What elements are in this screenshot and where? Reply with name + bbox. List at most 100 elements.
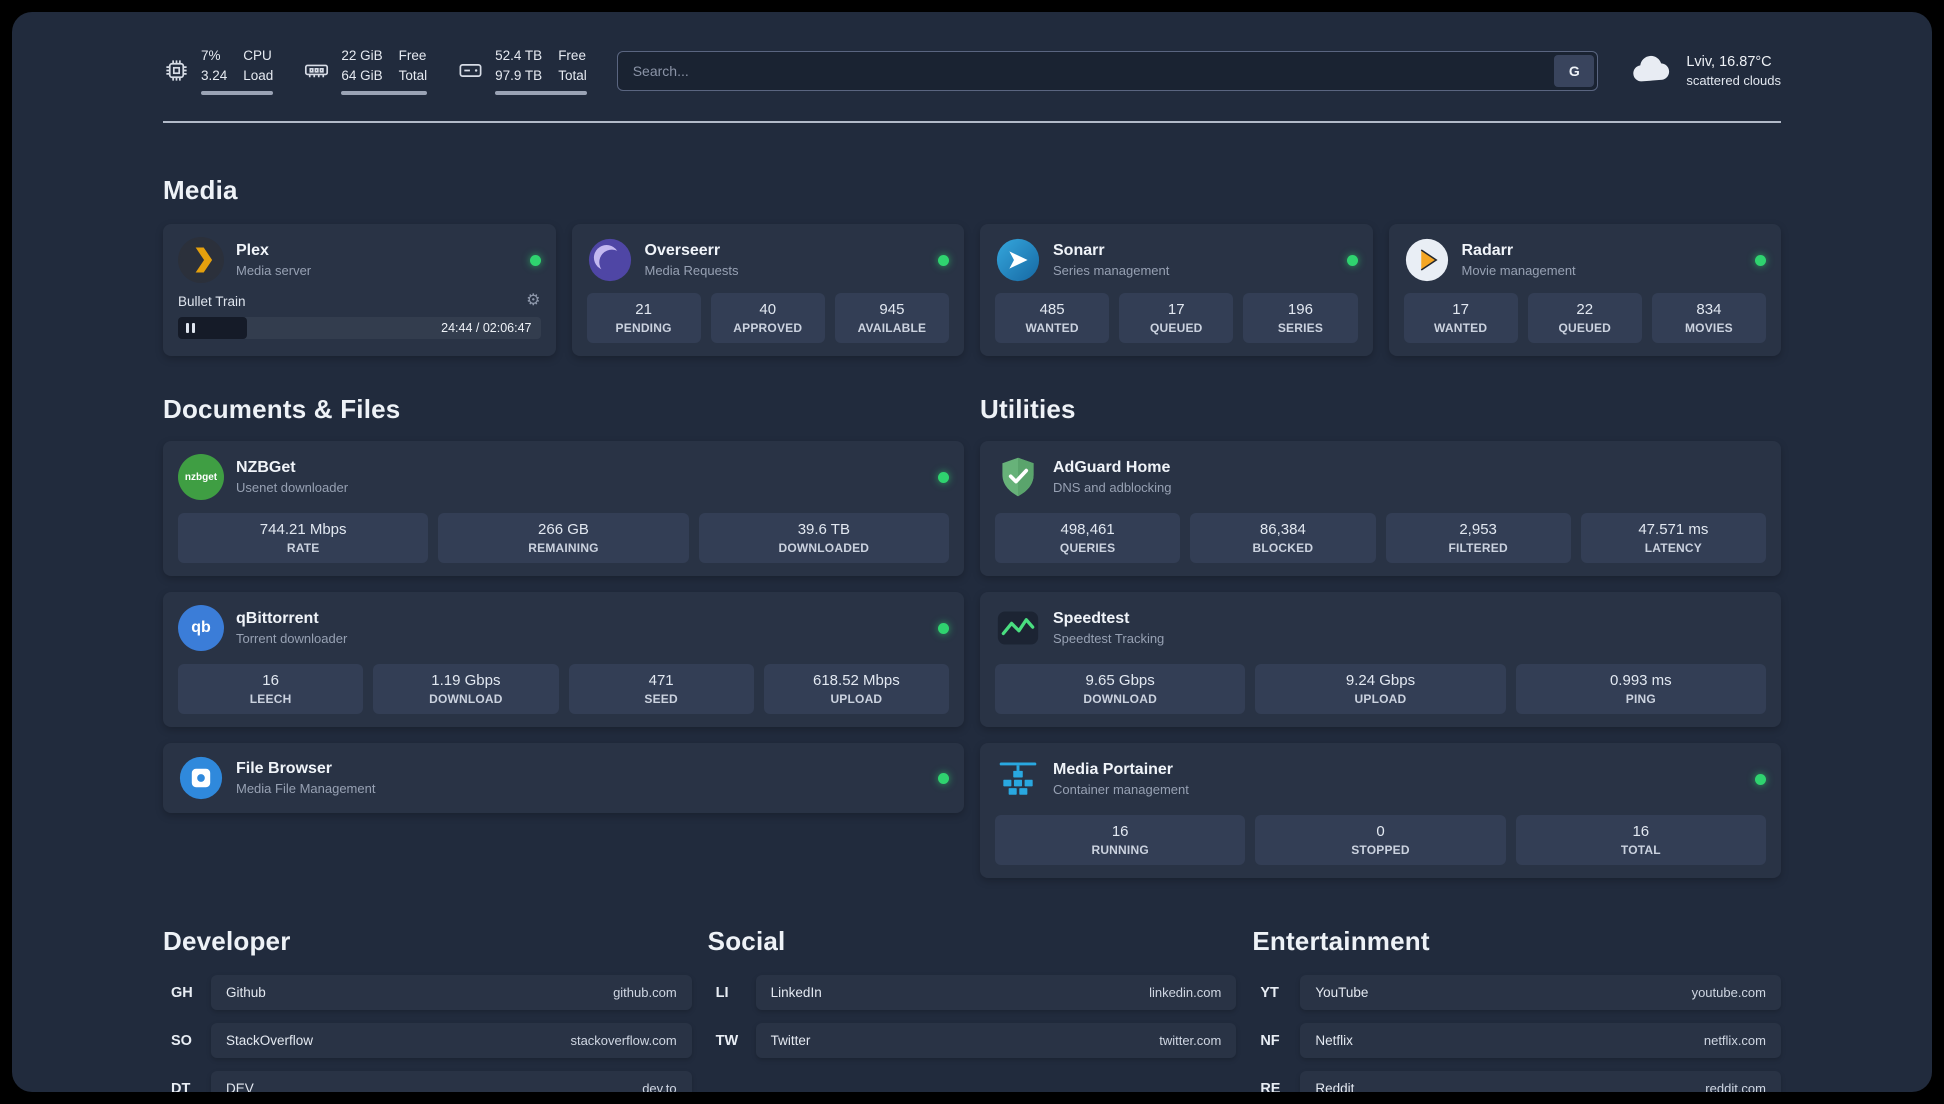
bookmark-abbr: SO (171, 1032, 192, 1049)
bookmark-abbr: TW (715, 1032, 739, 1049)
filebrowser-icon (178, 755, 224, 801)
stat-series: 196 SERIES (1243, 293, 1358, 344)
service-subtitle: Speedtest Tracking (1053, 631, 1165, 647)
section-title-documents: Documents & Files (163, 394, 401, 425)
bookmark-link[interactable]: StackOverflow stackoverflow.com (211, 1023, 692, 1059)
section-utilities: Utilities AdGuard Home DNS and adblockin… (980, 394, 1781, 879)
stat-downloaded: 39.6 TB DOWNLOADED (698, 513, 949, 564)
portainer-icon (995, 756, 1041, 802)
stat-seed: 471 SEED (568, 664, 754, 715)
bookmark-stackoverflow: SO StackOverflow stackoverflow.com (163, 1023, 692, 1059)
disk-total-value: 97.9 TB (495, 67, 543, 83)
ram-free-label: Free (398, 48, 427, 63)
radarr-icon (1404, 237, 1450, 283)
bookmark-link[interactable]: Reddit reddit.com (1300, 1071, 1781, 1092)
stat-running: 16 RUNNING (995, 815, 1246, 866)
service-card-radarr[interactable]: Radarr Movie management 17 WANTED 22 QUE… (1388, 224, 1781, 357)
ram-icon (303, 57, 330, 84)
service-subtitle: Usenet downloader (236, 480, 349, 496)
bookmark-abbr: GH (171, 984, 193, 1001)
service-card-speedtest[interactable]: Speedtest Speedtest Tracking 9.65 Gbps D… (980, 592, 1781, 728)
gear-icon[interactable]: ⚙ (526, 293, 540, 309)
stat-upload: 618.52 Mbps UPLOAD (763, 664, 949, 715)
stat-stopped: 0 STOPPED (1255, 815, 1506, 866)
status-dot (529, 254, 541, 266)
service-subtitle: Container management (1053, 782, 1189, 798)
topbar: 7% 3.24 CPU Load 22 GiB 64 GiB Free Tota… (163, 46, 1781, 96)
cloud-icon (1628, 48, 1674, 93)
service-name: Media Portainer (1053, 761, 1174, 779)
playback-time: 24:44 / 02:06:47 (441, 321, 532, 336)
speedtest-icon (995, 605, 1041, 651)
weather-location: Lviv, 16.87°C (1686, 53, 1772, 70)
service-card-portainer[interactable]: Media Portainer Container management 16 … (980, 743, 1781, 879)
section-entertainment: Entertainment YT YouTube youtube.com NF … (1252, 926, 1781, 1092)
status-dot (1755, 773, 1766, 785)
service-name: Overseerr (644, 242, 721, 260)
cpu-widget: 7% 3.24 CPU Load (163, 46, 274, 96)
ram-widget: 22 GiB 64 GiB Free Total (303, 46, 428, 96)
section-title-media: Media (163, 175, 238, 206)
service-name: Sonarr (1053, 242, 1105, 260)
stat-leech: 16 LEECH (178, 664, 364, 715)
stat-approved: 40 APPROVED (710, 293, 825, 344)
cpu-usage-bar (201, 91, 274, 96)
service-card-overseerr[interactable]: Overseerr Media Requests 21 PENDING 40 A… (571, 224, 964, 357)
bookmark-netflix: NF Netflix netflix.com (1252, 1023, 1781, 1059)
stat-filtered: 2,953 FILTERED (1385, 513, 1571, 564)
disk-usage-bar (495, 91, 587, 96)
qbittorrent-icon: qb (178, 605, 224, 652)
playback-progress-bar[interactable]: 24:44 / 02:06:47 (178, 317, 541, 340)
system-metrics: 7% 3.24 CPU Load 22 GiB 64 GiB Free Tota… (163, 46, 587, 96)
section-documents: Documents & Files nzbget NZBGet Usenet d… (163, 394, 964, 814)
bookmark-abbr: LI (715, 984, 729, 1001)
section-title-developer: Developer (163, 926, 291, 957)
bookmark-link[interactable]: YouTube youtube.com (1300, 975, 1781, 1011)
service-name: Plex (236, 242, 269, 260)
weather-widget: Lviv, 16.87°C scattered clouds (1628, 48, 1781, 93)
cpu-load-value: 3.24 (201, 67, 228, 83)
stat-wanted: 17 WANTED (1403, 293, 1518, 344)
bookmark-link[interactable]: Twitter twitter.com (755, 1023, 1237, 1059)
stat-latency: 47.571 ms LATENCY (1580, 513, 1766, 564)
bookmark-link[interactable]: LinkedIn linkedin.com (755, 975, 1237, 1011)
section-title-social: Social (707, 926, 786, 957)
service-subtitle: Movie management (1461, 263, 1576, 279)
service-card-adguard[interactable]: AdGuard Home DNS and adblocking 498,461 … (980, 441, 1781, 577)
bookmark-link[interactable]: Github github.com (211, 975, 692, 1011)
service-name: AdGuard Home (1053, 459, 1171, 477)
service-card-filebrowser[interactable]: File Browser Media File Management (163, 743, 964, 814)
search-input[interactable] (616, 50, 1599, 91)
status-dot (1755, 254, 1766, 266)
search-engine-button[interactable]: G (1554, 54, 1595, 87)
disk-total-label: Total (558, 67, 587, 83)
service-subtitle: Media Requests (644, 263, 739, 279)
service-subtitle: Media File Management (236, 781, 376, 797)
bookmark-abbr: RE (1260, 1080, 1281, 1092)
disk-icon (457, 57, 484, 84)
bookmark-linkedin: LI LinkedIn linkedin.com (708, 975, 1237, 1011)
ram-total-label: Total (398, 67, 428, 83)
service-name: Speedtest (1053, 610, 1130, 628)
weather-condition: scattered clouds (1686, 72, 1781, 88)
pause-button[interactable] (186, 323, 195, 334)
stat-available: 945 AVAILABLE (834, 293, 950, 344)
service-card-nzbget[interactable]: nzbget NZBGet Usenet downloader 744.21 M… (163, 441, 964, 577)
service-subtitle: Series management (1053, 263, 1170, 279)
adguard-icon (995, 454, 1041, 500)
section-media: Media Plex Media server Bullet Train ⚙ 2… (163, 175, 1781, 357)
stat-queued: 22 QUEUED (1527, 293, 1642, 344)
bookmark-dev: DT DEV dev.to (163, 1071, 692, 1092)
bookmark-link[interactable]: Netflix netflix.com (1300, 1023, 1781, 1059)
plex-icon (178, 237, 224, 284)
service-card-sonarr[interactable]: Sonarr Series management 485 WANTED 17 Q… (980, 224, 1373, 357)
bookmark-link[interactable]: DEV dev.to (211, 1071, 692, 1092)
bookmark-youtube: YT YouTube youtube.com (1252, 975, 1781, 1011)
sonarr-icon (995, 237, 1041, 283)
stat-blocked: 86,384 BLOCKED (1190, 513, 1376, 564)
disk-free-value: 52.4 TB (495, 48, 543, 63)
service-card-plex[interactable]: Plex Media server Bullet Train ⚙ 24:44 /… (163, 224, 556, 357)
stat-queries: 498,461 QUERIES (995, 513, 1181, 564)
service-card-qbittorrent[interactable]: qb qBittorrent Torrent downloader 16 LEE… (163, 592, 964, 728)
stat-remaining: 266 GB REMAINING (438, 513, 689, 564)
